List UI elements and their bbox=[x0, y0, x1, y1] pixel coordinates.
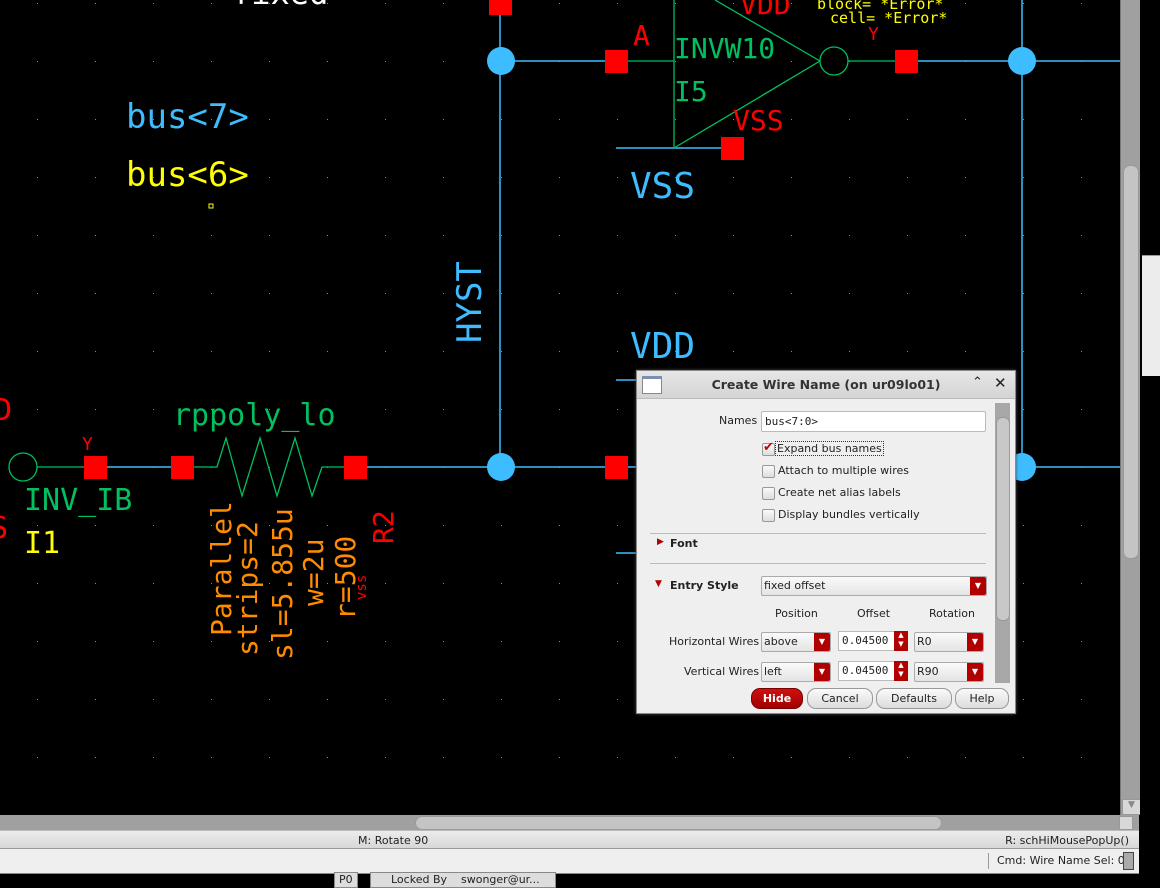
entry-style-select[interactable]: fixed offset ▼ bbox=[761, 576, 987, 596]
status-indicator bbox=[1123, 852, 1134, 870]
vertical-scrollbar[interactable]: ▼ bbox=[1120, 0, 1141, 815]
spinner-arrows-icon[interactable]: ▲ ▼ bbox=[894, 661, 908, 681]
col-header-rotation: Rotation bbox=[929, 607, 976, 620]
checkbox-expand-bus-names[interactable]: ✔ bbox=[762, 440, 775, 456]
vertical-offset-value[interactable]: 0.04500 bbox=[838, 661, 895, 681]
collapse-entry-style-icon[interactable]: ▼ bbox=[655, 579, 662, 589]
horizontal-rotation-value: R0 bbox=[917, 635, 932, 648]
checkbox-attach-multiple-wires[interactable] bbox=[762, 465, 775, 478]
inverter-i5-cell: INVW10 bbox=[674, 32, 775, 65]
checkbox-create-net-alias[interactable] bbox=[762, 487, 775, 500]
horizontal-scrollbar[interactable] bbox=[0, 815, 1139, 830]
dialog-scroll-thumb[interactable] bbox=[996, 417, 1010, 621]
background-window-panel bbox=[1142, 255, 1160, 376]
divider bbox=[650, 563, 986, 564]
scroll-right-button[interactable] bbox=[1119, 816, 1133, 830]
pin-label-vss: VSS bbox=[733, 104, 784, 137]
entry-style-label[interactable]: Entry Style bbox=[670, 579, 739, 592]
vertical-position-value: left bbox=[764, 665, 782, 678]
expand-bus-names-label[interactable]: Expand bus names bbox=[775, 441, 884, 456]
horizontal-rotation-select[interactable]: R0 ▼ bbox=[914, 632, 984, 652]
resistor-instance: R2 bbox=[367, 510, 400, 544]
names-input[interactable]: bus<7:0> bbox=[761, 411, 986, 432]
horizontal-offset-value[interactable]: 0.04500 bbox=[838, 631, 895, 651]
net-label-vdd[interactable]: VDD bbox=[630, 326, 695, 367]
horizontal-wires-label: Horizontal Wires bbox=[669, 635, 760, 648]
dropdown-arrow-icon: ▼ bbox=[970, 577, 986, 595]
dialog-title-bar[interactable]: Create Wire Name (on ur09lo01) ⌃ ✕ bbox=[637, 371, 1015, 399]
checkmark-icon: ✔ bbox=[763, 440, 774, 455]
partial-pin-label-d: D bbox=[0, 393, 12, 428]
inverter-i1-instance: I1 bbox=[24, 526, 60, 561]
vertical-scroll-thumb[interactable] bbox=[1123, 165, 1139, 559]
create-net-alias-label[interactable]: Create net alias labels bbox=[778, 486, 901, 499]
inverter-i5-instance: I5 bbox=[674, 75, 708, 108]
wire-label-bus7[interactable]: bus<7> bbox=[126, 97, 249, 137]
minimize-icon[interactable]: ⌃ bbox=[972, 375, 983, 390]
col-header-position: Position bbox=[775, 607, 818, 620]
param-sl: sl=5.855u bbox=[266, 508, 299, 660]
checkbox-display-bundles[interactable] bbox=[762, 509, 775, 522]
dropdown-arrow-icon: ▼ bbox=[814, 633, 830, 651]
horizontal-scroll-thumb[interactable] bbox=[415, 816, 942, 830]
names-label: Names bbox=[719, 414, 758, 427]
pin-label-y-i1: Y bbox=[82, 434, 93, 455]
expand-font-icon[interactable]: ▶ bbox=[657, 537, 664, 547]
divider bbox=[650, 533, 986, 534]
vertical-rotation-value: R90 bbox=[917, 665, 939, 678]
pin-label-a: A bbox=[633, 19, 650, 52]
param-w: w=2u bbox=[297, 539, 330, 606]
locked-by-label: Locked By bbox=[391, 873, 447, 886]
horizontal-position-value: above bbox=[764, 635, 798, 648]
dropdown-arrow-icon: ▼ bbox=[814, 663, 830, 681]
param-strips: strips=2 bbox=[231, 521, 264, 656]
create-wire-name-dialog: Create Wire Name (on ur09lo01) ⌃ ✕ Names… bbox=[636, 370, 1016, 714]
mouse-status-bar: M: Rotate 90 R: schHiMousePopUp() bbox=[0, 830, 1139, 849]
vertical-position-select[interactable]: left ▼ bbox=[761, 662, 831, 682]
dropdown-arrow-icon: ▼ bbox=[967, 663, 983, 681]
locked-by-user: swonger@ur... bbox=[461, 873, 540, 886]
pin-label-y-i5: Y bbox=[868, 24, 879, 45]
resistor-cell: rppoly_lo bbox=[173, 398, 336, 433]
col-header-offset: Offset bbox=[857, 607, 891, 620]
defaults-button[interactable]: Defaults bbox=[876, 688, 952, 709]
resistor-terminal-vss: vss bbox=[354, 575, 370, 600]
scroll-down-button[interactable]: ▼ bbox=[1122, 799, 1141, 815]
horizontal-position-select[interactable]: above ▼ bbox=[761, 632, 831, 652]
pin-label-vdd: VDD bbox=[740, 0, 791, 21]
mouse-middle-hint: M: Rotate 90 bbox=[358, 834, 429, 847]
command-status: Cmd: Wire Name Sel: 0 bbox=[988, 853, 1125, 869]
close-icon[interactable]: ✕ bbox=[994, 374, 1007, 392]
dropdown-arrow-icon: ▼ bbox=[967, 633, 983, 651]
dialog-scrollbar[interactable] bbox=[995, 403, 1010, 683]
wire-label-bus6-preview: bus<6> bbox=[126, 155, 249, 195]
vertical-rotation-select[interactable]: R90 ▼ bbox=[914, 662, 984, 682]
hide-button[interactable]: Hide bbox=[751, 688, 803, 709]
vertical-wires-label: Vertical Wires bbox=[684, 665, 760, 678]
inverter-i1-cell: INV_IB bbox=[24, 483, 132, 518]
partial-label: fixed bbox=[232, 0, 328, 12]
entry-style-value: fixed offset bbox=[764, 579, 826, 592]
mouse-right-hint: R: schHiMousePopUp() bbox=[1005, 834, 1129, 847]
cell-error: cell= *Error* bbox=[830, 9, 947, 27]
net-label-hyst[interactable]: HYST bbox=[450, 261, 490, 343]
cancel-button[interactable]: Cancel bbox=[807, 688, 873, 709]
attach-multiple-wires-label[interactable]: Attach to multiple wires bbox=[778, 464, 909, 477]
font-section-toggle[interactable]: Font bbox=[670, 537, 698, 550]
dialog-title: Create Wire Name (on ur09lo01) bbox=[711, 377, 941, 392]
partial-pin-label-s: S bbox=[0, 511, 8, 546]
net-label-vss[interactable]: VSS bbox=[630, 166, 695, 207]
help-button[interactable]: Help bbox=[955, 688, 1009, 709]
command-bar: Cmd: Wire Name Sel: 0 bbox=[0, 848, 1139, 874]
spinner-arrows-icon[interactable]: ▲ ▼ bbox=[894, 631, 908, 651]
display-bundles-label[interactable]: Display bundles vertically bbox=[778, 508, 920, 521]
background-window bbox=[1140, 0, 1160, 886]
